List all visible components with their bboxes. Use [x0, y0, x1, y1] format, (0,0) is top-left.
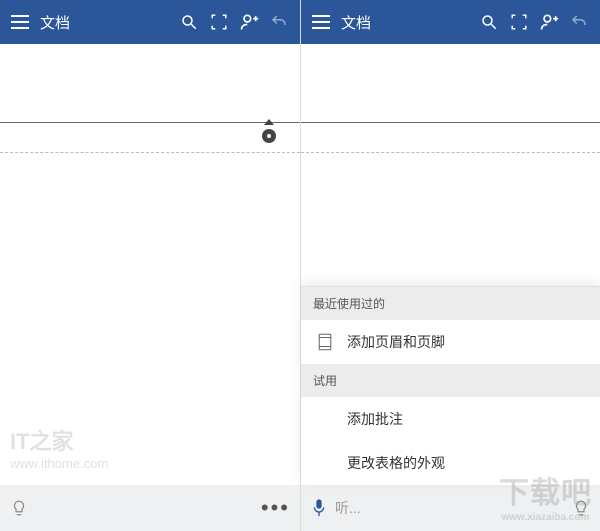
menu-icon[interactable] — [6, 15, 34, 29]
mic-icon[interactable] — [311, 498, 327, 518]
section-divider — [0, 122, 300, 123]
panel-item-label: 添加页眉和页脚 — [347, 332, 445, 352]
share-icon[interactable] — [234, 0, 264, 44]
panel-item-header-footer[interactable]: 添加页眉和页脚 — [301, 320, 600, 364]
watermark-right: 下载吧 www.xiazaiba.com — [499, 468, 592, 523]
undo-icon — [564, 0, 594, 44]
app-header: 文档 — [0, 0, 300, 44]
search-icon[interactable] — [174, 0, 204, 44]
page-break-indicator — [301, 152, 600, 153]
page-break-indicator — [0, 152, 300, 153]
pane-left: 文档 IT之家 www.ithome.com — [0, 0, 300, 531]
tellme-icon[interactable] — [10, 499, 28, 517]
watermark-left: IT之家 www.ithome.com — [10, 424, 108, 471]
more-icon[interactable]: ••• — [261, 495, 290, 521]
panel-section-try: 试用 — [301, 364, 600, 397]
panel-item-label: 添加批注 — [347, 409, 403, 429]
text-cursor-handle[interactable] — [262, 129, 276, 143]
panel-section-recent: 最近使用过的 — [301, 287, 600, 320]
scan-icon[interactable] — [204, 0, 234, 44]
menu-icon[interactable] — [307, 15, 335, 29]
share-icon[interactable] — [534, 0, 564, 44]
section-divider — [301, 122, 600, 123]
app-title: 文档 — [40, 12, 70, 33]
pane-right: 文档 最近使用过的 添加页眉和 — [300, 0, 600, 531]
panel-item-add-comment[interactable]: 添加批注 — [301, 397, 600, 441]
undo-icon — [264, 0, 294, 44]
tellme-suggestions-panel: 最近使用过的 添加页眉和页脚 试用 添加批注 更改表格的外观 — [301, 286, 600, 485]
document-canvas[interactable] — [0, 44, 300, 485]
app-header: 文档 — [301, 0, 600, 44]
page-icon — [315, 333, 335, 351]
app-title: 文档 — [341, 12, 371, 33]
search-icon[interactable] — [474, 0, 504, 44]
scan-icon[interactable] — [504, 0, 534, 44]
panel-item-label: 更改表格的外观 — [347, 453, 445, 473]
command-bar: ••• — [0, 485, 300, 531]
